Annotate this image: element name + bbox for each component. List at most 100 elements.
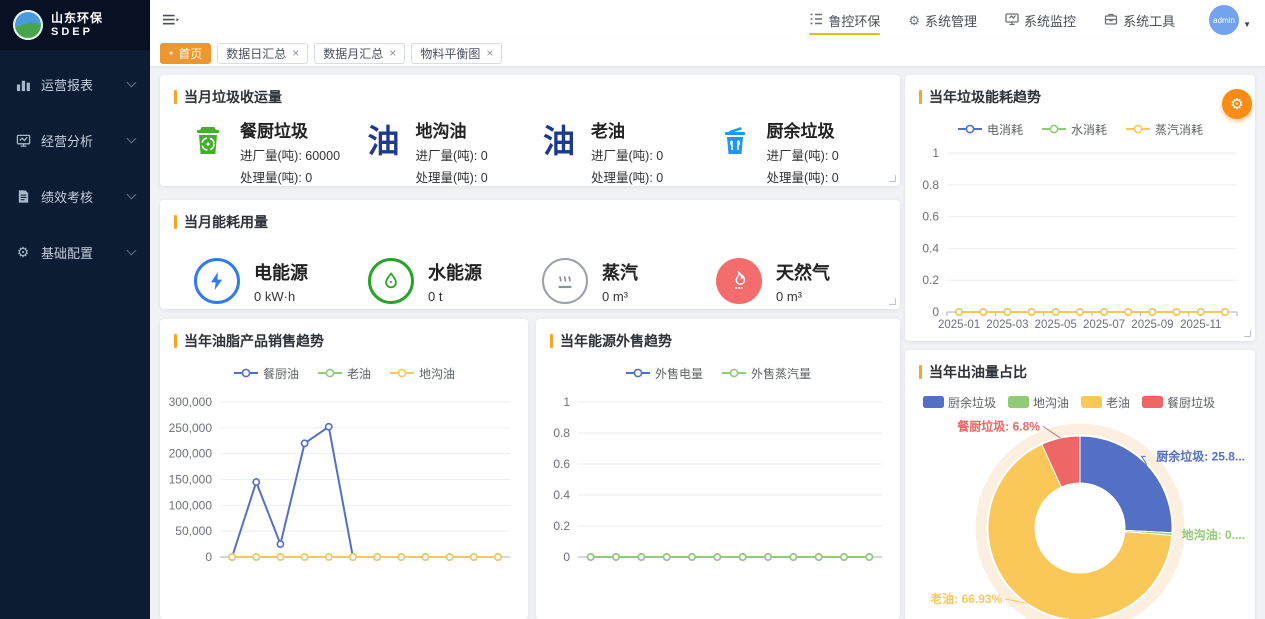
resize-grip-icon[interactable] [1244,330,1251,337]
legend-item[interactable]: 电消耗 [957,121,1023,138]
svg-text:100,000: 100,000 [169,498,213,512]
svg-text:0.8: 0.8 [922,178,939,192]
nav-item-system-monitor[interactable]: 系统监控 [1005,0,1076,40]
chart-legend: 电消耗 水消耗 蒸汽消耗 [913,117,1247,141]
gear-icon: ⚙ [15,244,31,260]
waste-item-food-waste: 厨余垃圾 进厂量(吨): 0 处理量(吨): 0 [715,117,891,186]
card-oil-sales-trend: 当年油脂产品销售趋势 餐厨油 老油 地沟油 0 50,000 100,000 150,000… [160,319,528,619]
sidebar-item-performance-review[interactable]: 绩效考核 [0,168,150,224]
card-energy-consumption-trend: 当年垃圾能耗趋势 ⚙ 电消耗水消耗蒸汽消耗00.20.40.60.812025-… [905,75,1255,341]
sidebar-item-business-analysis[interactable]: 经营分析 [0,112,150,168]
legend-item[interactable]: 地沟油 [1008,394,1069,411]
svg-text:0: 0 [205,550,212,564]
svg-text:0: 0 [563,550,570,564]
monitor-icon [1005,12,1019,28]
resize-grip-icon[interactable] [889,298,896,305]
title-accent-bar [174,334,177,348]
card-title: 当年出油量占比 [929,362,1027,382]
oil-sales-chart: 餐厨油老油地沟油050,000100,000150,000200,000250,… [160,361,528,577]
card-title: 当年垃圾能耗趋势 [929,87,1041,107]
chart-legend: 餐厨油 老油 地沟油 [168,361,520,385]
nav-label: 系统管理 [925,11,977,30]
tab-monthly-summary[interactable]: 数据月汇总 × [314,43,405,64]
legend-item[interactable]: 水消耗 [1041,121,1107,138]
title-accent-bar [174,215,177,229]
nav-label: 鲁控环保 [828,11,880,30]
steam-icon [542,258,588,304]
energy-item-electricity: 电能源 0 kW·h [194,258,368,304]
trash-green-icon [188,121,228,161]
legend-marker-icon [625,368,651,378]
title-accent-bar [550,334,553,348]
dashboard-content: 当月垃圾收运量 餐厨垃圾 进厂量(吨): 60000 处理量(吨): 0 [150,67,1265,619]
sdep-logo-icon [13,10,43,40]
energy-consumption-chart: 电消耗水消耗蒸汽消耗00.20.40.60.812025-012025-0320… [905,117,1255,341]
tab-material-balance[interactable]: 物料平衡图 × [411,43,502,64]
svg-text:2025-01: 2025-01 [938,319,980,331]
caret-down-icon: ▼ [1243,20,1251,29]
svg-text:150,000: 150,000 [169,473,213,487]
card-oil-output-share: 当年出油量占比 厨余垃圾地沟油老油餐厨垃圾厨余垃圾: 25.8...地沟油: 0… [905,350,1255,619]
legend-item[interactable]: 餐厨油 [233,365,299,382]
title-accent-bar [919,90,922,104]
nav-item-system-manage[interactable]: ⚙ 系统管理 [908,0,977,40]
legend-item[interactable]: 蒸汽消耗 [1125,121,1203,138]
legend-marker-icon [317,368,343,378]
legend-label: 老油 [1106,394,1130,411]
nav-label: 系统监控 [1024,11,1076,30]
sidebar-item-label: 运营报表 [41,75,93,94]
legend-label: 蒸汽消耗 [1155,121,1203,138]
svg-text:0.8: 0.8 [553,426,570,440]
sidebar-collapse-icon[interactable] [162,11,182,29]
svg-text:50,000: 50,000 [175,524,212,538]
legend-label: 外售电量 [655,365,703,382]
sidebar-item-operation-reports[interactable]: 运营报表 [0,56,150,112]
waste-processed-line: 处理量(吨): 0 [767,167,839,186]
legend-item[interactable]: 老油 [1081,394,1130,411]
legend-item[interactable]: 餐厨垃圾 [1142,394,1215,411]
legend-marker-icon [1041,124,1067,134]
legend-label: 餐厨油 [263,365,299,382]
tab-bar: ● 首页 数据日汇总 × 数据月汇总 × 物料平衡图 × [150,40,1265,67]
tab-close-icon[interactable]: × [486,46,493,60]
tab-home[interactable]: ● 首页 [160,43,211,64]
card-title: 当月垃圾收运量 [184,87,282,107]
nav-item-lukong-env[interactable]: 鲁控环保 [809,0,880,40]
energy-item-steam: 蒸汽 0 m³ [542,258,716,304]
legend-marker-icon [721,368,747,378]
nav-item-system-tools[interactable]: 系统工具 [1104,0,1175,40]
waste-name: 地沟油 [416,117,488,142]
chevron-down-icon [127,134,137,144]
energy-name: 水能源 [428,259,482,285]
pie-label: 老油: 66.93% [930,591,1002,606]
legend-item[interactable]: 外售电量 [625,365,703,382]
pie-label: 餐厨垃圾: 6.8% [957,418,1040,433]
chevron-down-icon [127,246,137,256]
legend-label: 外售蒸汽量 [751,365,811,382]
waste-name: 餐厨垃圾 [240,117,340,142]
card-title: 当年油脂产品销售趋势 [184,331,324,351]
waste-processed-line: 处理量(吨): 0 [240,167,340,186]
tab-close-icon[interactable]: × [292,46,299,60]
chevron-down-icon [127,78,137,88]
svg-text:0: 0 [932,305,939,319]
waste-name: 老油 [591,117,663,142]
tab-close-icon[interactable]: × [389,46,396,60]
card-energy-usage: 当月能耗用量 电能源 0 kW·h [160,200,900,309]
chart-legend: 外售电量 外售蒸汽量 [544,361,892,385]
sidebar-item-basic-config[interactable]: ⚙ 基础配置 [0,224,150,280]
oil-character-icon: 油 [364,121,404,161]
user-menu[interactable]: admin ▼ [1209,5,1251,35]
legend-item[interactable]: 外售蒸汽量 [721,365,811,382]
settings-fab-button[interactable]: ⚙ [1222,89,1252,119]
energy-value: 0 m³ [776,289,830,304]
electricity-icon [194,258,240,304]
resize-grip-icon[interactable] [889,175,896,182]
legend-item[interactable]: 地沟油 [389,365,455,382]
tab-daily-summary[interactable]: 数据日汇总 × [217,43,308,64]
sidebar-item-label: 基础配置 [41,243,93,262]
monitor-chart-icon [15,132,31,148]
legend-marker-icon [1125,124,1151,134]
legend-item[interactable]: 老油 [317,365,371,382]
legend-item[interactable]: 厨余垃圾 [923,394,996,411]
